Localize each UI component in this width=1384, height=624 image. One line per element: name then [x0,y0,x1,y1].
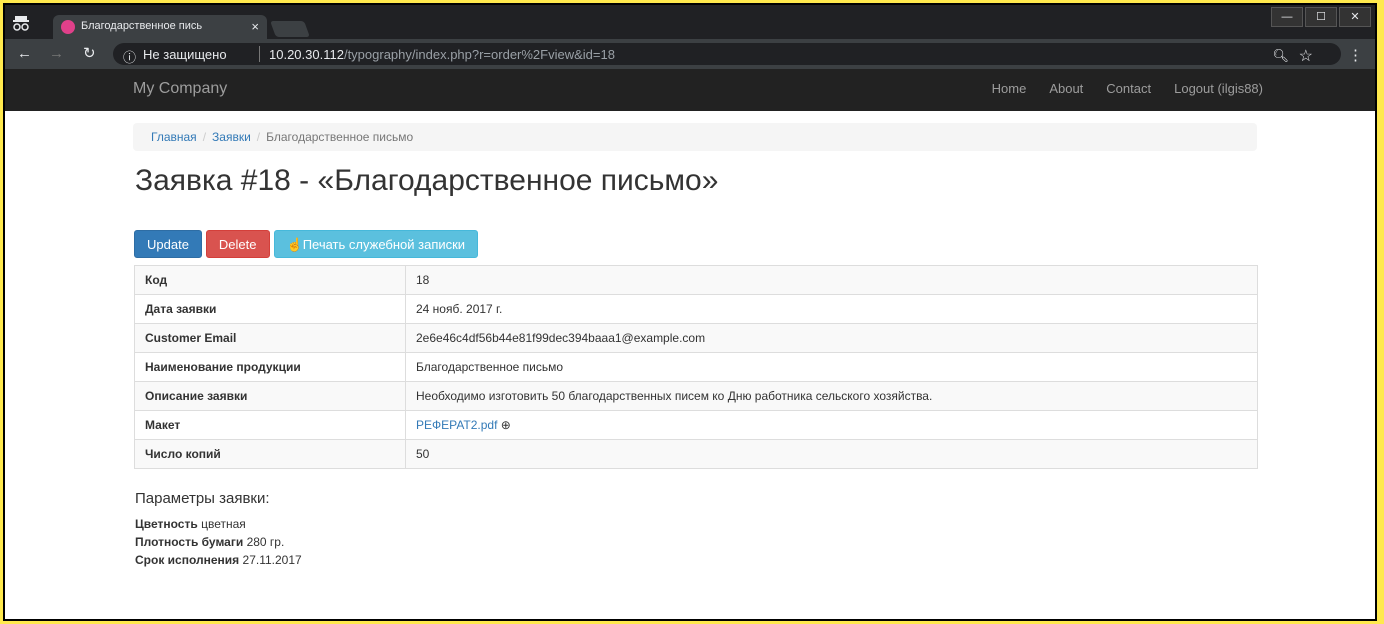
tab-close-icon[interactable]: × [251,19,259,34]
row-label: Дата заявки [134,294,406,324]
hand-point-icon: ☝ [286,237,303,252]
site-navbar: My Company Home About Contact Logout (il… [5,69,1375,111]
param-value: 280 гр. [246,535,285,549]
print-memo-button[interactable]: ☝Печать служебной записки [273,230,479,258]
nav-about[interactable]: About [1049,81,1083,96]
row-value: 50 [405,439,1258,469]
menu-icon[interactable]: ⋮ [1348,46,1363,64]
row-label: Код [134,265,406,295]
address-url: 10.20.30.112/typography/index.php?r=orde… [269,47,615,62]
back-icon[interactable]: ← [17,45,32,63]
breadcrumb-separator: / [202,130,207,144]
window-controls: — ☐ ✕ [1271,7,1371,27]
table-row: Макет РЕФЕРАТ2.pdf ⊕ [134,410,1258,440]
params-heading: Параметры заявки: [135,490,270,507]
star-icon[interactable]: ☆ [1299,46,1313,66]
action-buttons: Update Delete ☝Печать служебной записки [134,230,479,258]
param-label: Цветность [135,517,198,531]
nav-menu: Home About Contact Logout (ilgis88) [992,81,1263,96]
row-label: Макет [134,410,406,440]
browser-toolbar: ← → ↻ ⓘ Не защищено 10.20.30.112/typogra… [5,39,1375,69]
favicon-icon [61,20,75,34]
incognito-icon [11,13,31,33]
param-value: цветная [201,517,246,531]
param-item: Цветность цветная [135,515,302,533]
minimize-button[interactable]: — [1271,7,1303,27]
info-icon[interactable]: ⓘ [123,47,136,66]
table-row: Дата заявки 24 нояб. 2017 г. [134,294,1258,324]
table-row: Число копий 50 [134,439,1258,469]
url-path: /typography/index.php?r=order%2Fview&id=… [343,47,615,62]
row-value: 24 нояб. 2017 г. [405,294,1258,324]
browser-window: Благодарственное пись × — ☐ ✕ ← → ↻ ⓘ Не… [3,3,1377,621]
nav-contact[interactable]: Contact [1106,81,1151,96]
row-value: Благодарственное письмо [405,352,1258,382]
maximize-button[interactable]: ☐ [1305,7,1337,27]
tab-strip: Благодарственное пись × — ☐ ✕ [5,5,1375,39]
table-row: Код 18 [134,265,1258,295]
param-item: Плотность бумаги 280 гр. [135,533,302,551]
update-button[interactable]: Update [134,230,202,258]
new-tab-button[interactable] [270,21,310,37]
table-row: Customer Email 2e6e46c4df56b44e81f99dec39… [134,323,1258,353]
print-memo-label: Печать служебной записки [302,237,466,252]
row-label: Customer Email [134,323,406,353]
breadcrumb-separator: / [256,130,261,144]
brand-link[interactable]: My Company [133,80,227,98]
row-value: РЕФЕРАТ2.pdf ⊕ [405,410,1258,440]
zoom-icon[interactable]: 🔍︎ [1272,48,1289,64]
reload-icon[interactable]: ↻ [83,45,96,63]
delete-button[interactable]: Delete [205,230,270,258]
row-value: 2e6e46c4df56b44e81f99dec394baaa1@example… [405,323,1258,353]
breadcrumb: Главная / Заявки / Благодарственное письмо [133,123,1257,151]
table-row: Описание заявки Необходимо изготовить 50 … [134,381,1258,411]
order-detail-table: Код 18 Дата заявки 24 нояб. 2017 г. Custom… [134,265,1258,469]
row-value: 18 [405,265,1258,295]
breadcrumb-orders[interactable]: Заявки [212,130,251,144]
row-label: Число копий [134,439,406,469]
mockup-file-link[interactable]: РЕФЕРАТ2.pdf [416,418,497,432]
page-title: Заявка #18 - «Благодарственное письмо» [135,164,719,197]
security-status: Не защищено [143,47,227,62]
download-circle-icon[interactable]: ⊕ [501,418,511,432]
url-host: 10.20.30.112 [269,47,344,62]
page-viewport: My Company Home About Contact Logout (il… [5,69,1375,619]
address-separator [259,46,260,62]
table-row: Наименование продукции Благодарственное п… [134,352,1258,382]
address-bar[interactable]: ⓘ Не защищено 10.20.30.112/typography/in… [113,43,1363,66]
close-window-button[interactable]: ✕ [1339,7,1371,27]
forward-icon[interactable]: → [49,45,64,63]
nav-logout[interactable]: Logout (ilgis88) [1174,81,1263,96]
nav-home[interactable]: Home [992,81,1027,96]
breadcrumb-home[interactable]: Главная [151,130,197,144]
row-label: Наименование продукции [134,352,406,382]
param-label: Плотность бумаги [135,535,244,549]
param-label: Срок исполнения [135,553,240,567]
browser-tab[interactable]: Благодарственное пись × [53,15,267,39]
row-label: Описание заявки [134,381,406,411]
param-value: 27.11.2017 [242,553,302,567]
breadcrumb-current: Благодарственное письмо [266,130,414,144]
param-item: Срок исполнения 27.11.2017 [135,551,302,569]
row-value: Необходимо изготовить 50 благодарственны… [405,381,1258,411]
tab-title: Благодарственное пись [81,20,203,32]
params-list: Цветность цветная Плотность бумаги 280 г… [135,515,302,569]
